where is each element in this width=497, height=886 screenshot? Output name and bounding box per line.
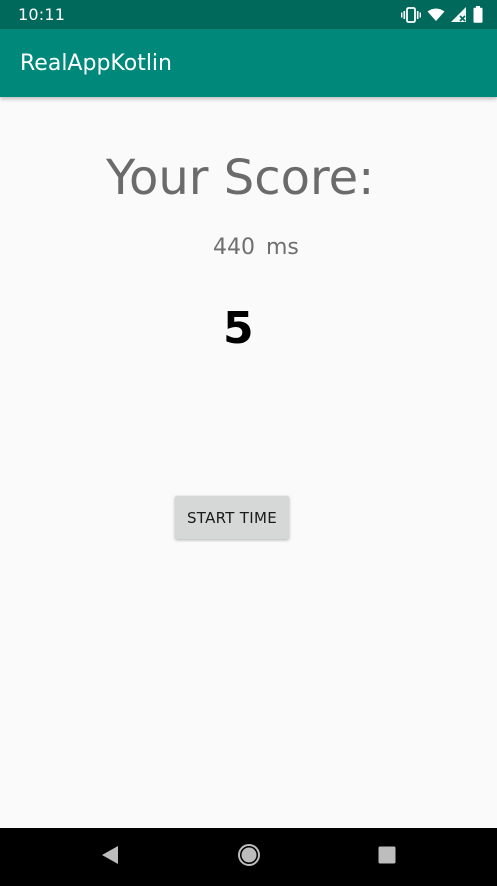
wifi-icon bbox=[427, 8, 445, 22]
app-bar: RealAppKotlin bbox=[0, 29, 497, 97]
recents-button[interactable] bbox=[357, 828, 417, 886]
nav-bar bbox=[0, 828, 497, 886]
recents-icon bbox=[378, 846, 396, 869]
battery-icon bbox=[473, 6, 483, 23]
app-title: RealAppKotlin bbox=[20, 50, 172, 76]
back-icon bbox=[100, 845, 120, 870]
count-value: 5 bbox=[223, 303, 254, 354]
time-display: 440 ms bbox=[213, 237, 299, 259]
start-time-button[interactable]: START TIME bbox=[175, 496, 289, 539]
status-bar: 10:11 bbox=[0, 0, 497, 29]
time-value: 440 bbox=[213, 235, 255, 260]
vibrate-icon bbox=[401, 6, 421, 23]
time-unit: ms bbox=[266, 235, 299, 260]
home-icon bbox=[237, 843, 261, 872]
back-button[interactable] bbox=[80, 828, 140, 886]
score-label: Your Score: bbox=[106, 150, 375, 206]
status-time: 10:11 bbox=[18, 5, 66, 24]
signal-icon bbox=[451, 7, 467, 22]
home-button[interactable] bbox=[219, 828, 279, 886]
status-icons bbox=[401, 6, 483, 23]
